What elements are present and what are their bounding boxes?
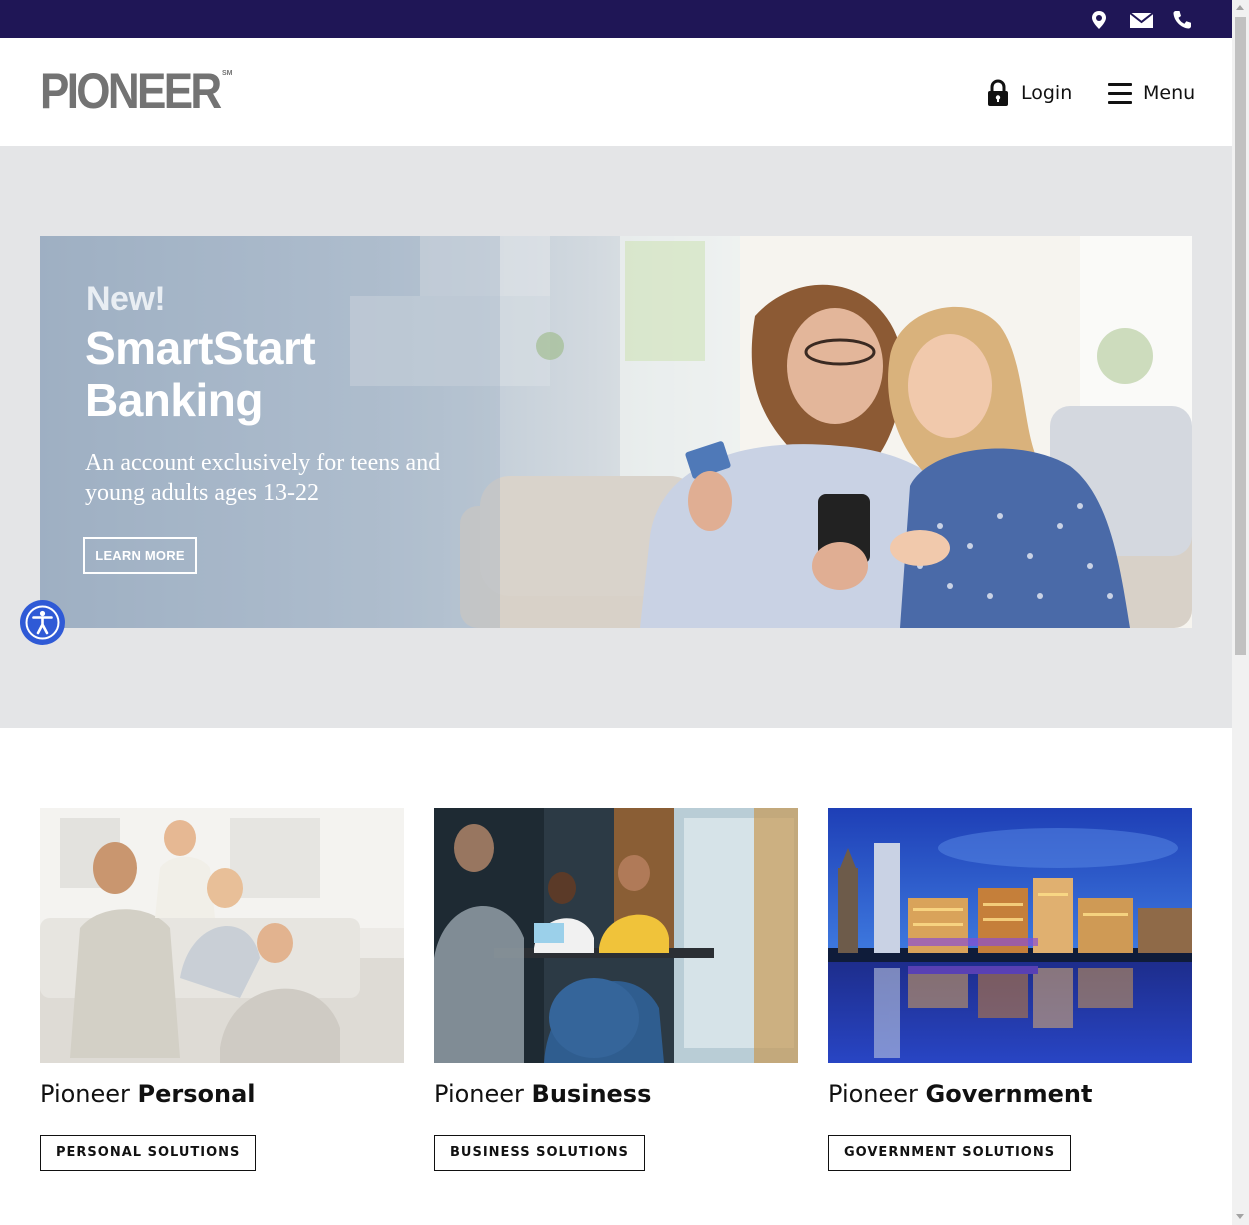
card-title-prefix: Pioneer — [434, 1080, 524, 1108]
family-photo — [40, 808, 404, 1063]
card-image-government[interactable] — [828, 808, 1192, 1063]
scroll-up-arrow-icon[interactable] — [1236, 5, 1244, 10]
hero-title: SmartStart Banking — [85, 322, 316, 426]
page: PIONEER SM Login Menu New! SmartStart Ba… — [0, 0, 1232, 1225]
card-title-personal: Pioneer Personal — [40, 1079, 404, 1109]
site-header: PIONEER SM Login Menu — [0, 38, 1232, 146]
menu-label: Menu — [1143, 82, 1196, 104]
hero-eyebrow: New! — [86, 280, 166, 318]
card-title-prefix: Pioneer — [828, 1080, 918, 1108]
scroll-thumb[interactable] — [1235, 17, 1246, 655]
government-solutions-button[interactable]: GOVERNMENT SOLUTIONS — [828, 1135, 1072, 1171]
card-personal: Pioneer Personal PERSONAL SOLUTIONS — [40, 808, 404, 1171]
scroll-down-arrow-icon[interactable] — [1236, 1214, 1244, 1219]
menu-button[interactable]: Menu — [1108, 78, 1195, 108]
accessibility-button[interactable] — [20, 600, 65, 645]
hero-subtitle: An account exclusively for teens and you… — [85, 450, 441, 506]
hero-banner[interactable]: New! SmartStart Banking An account exclu… — [40, 236, 1192, 628]
office-meeting-photo — [434, 808, 798, 1063]
card-title-name: Business — [531, 1080, 652, 1108]
phone-icon[interactable] — [1171, 9, 1193, 31]
logo-service-mark: SM — [222, 70, 233, 77]
card-image-personal[interactable] — [40, 808, 404, 1063]
login-button[interactable]: Login — [986, 78, 1072, 108]
hamburger-icon — [1108, 82, 1132, 104]
card-title-government: Pioneer Government — [828, 1079, 1192, 1109]
learn-more-button[interactable]: LEARN MORE — [83, 537, 197, 574]
lock-icon — [986, 79, 1010, 107]
card-government: Pioneer Government GOVERNMENT SOLUTIONS — [828, 808, 1192, 1171]
login-label: Login — [1021, 82, 1073, 104]
location-pin-icon[interactable] — [1088, 9, 1110, 31]
pioneer-logo[interactable]: PIONEER — [40, 63, 222, 119]
accessibility-icon — [25, 605, 60, 640]
card-title-name: Personal — [137, 1080, 256, 1108]
card-title-prefix: Pioneer — [40, 1080, 130, 1108]
business-solutions-button[interactable]: BUSINESS SOLUTIONS — [434, 1135, 645, 1171]
card-title-name: Government — [925, 1080, 1093, 1108]
vertical-scrollbar[interactable] — [1232, 0, 1249, 1225]
card-image-business[interactable] — [434, 808, 798, 1063]
card-title-business: Pioneer Business — [434, 1079, 798, 1109]
hero-photo-mother-daughter — [40, 236, 1192, 628]
personal-solutions-button[interactable]: PERSONAL SOLUTIONS — [40, 1135, 257, 1171]
city-skyline-photo — [828, 808, 1192, 1063]
utility-bar — [0, 0, 1232, 38]
mail-icon[interactable] — [1129, 9, 1154, 31]
hero-section: New! SmartStart Banking An account exclu… — [0, 146, 1232, 728]
card-business: Pioneer Business BUSINESS SOLUTIONS — [434, 808, 798, 1171]
